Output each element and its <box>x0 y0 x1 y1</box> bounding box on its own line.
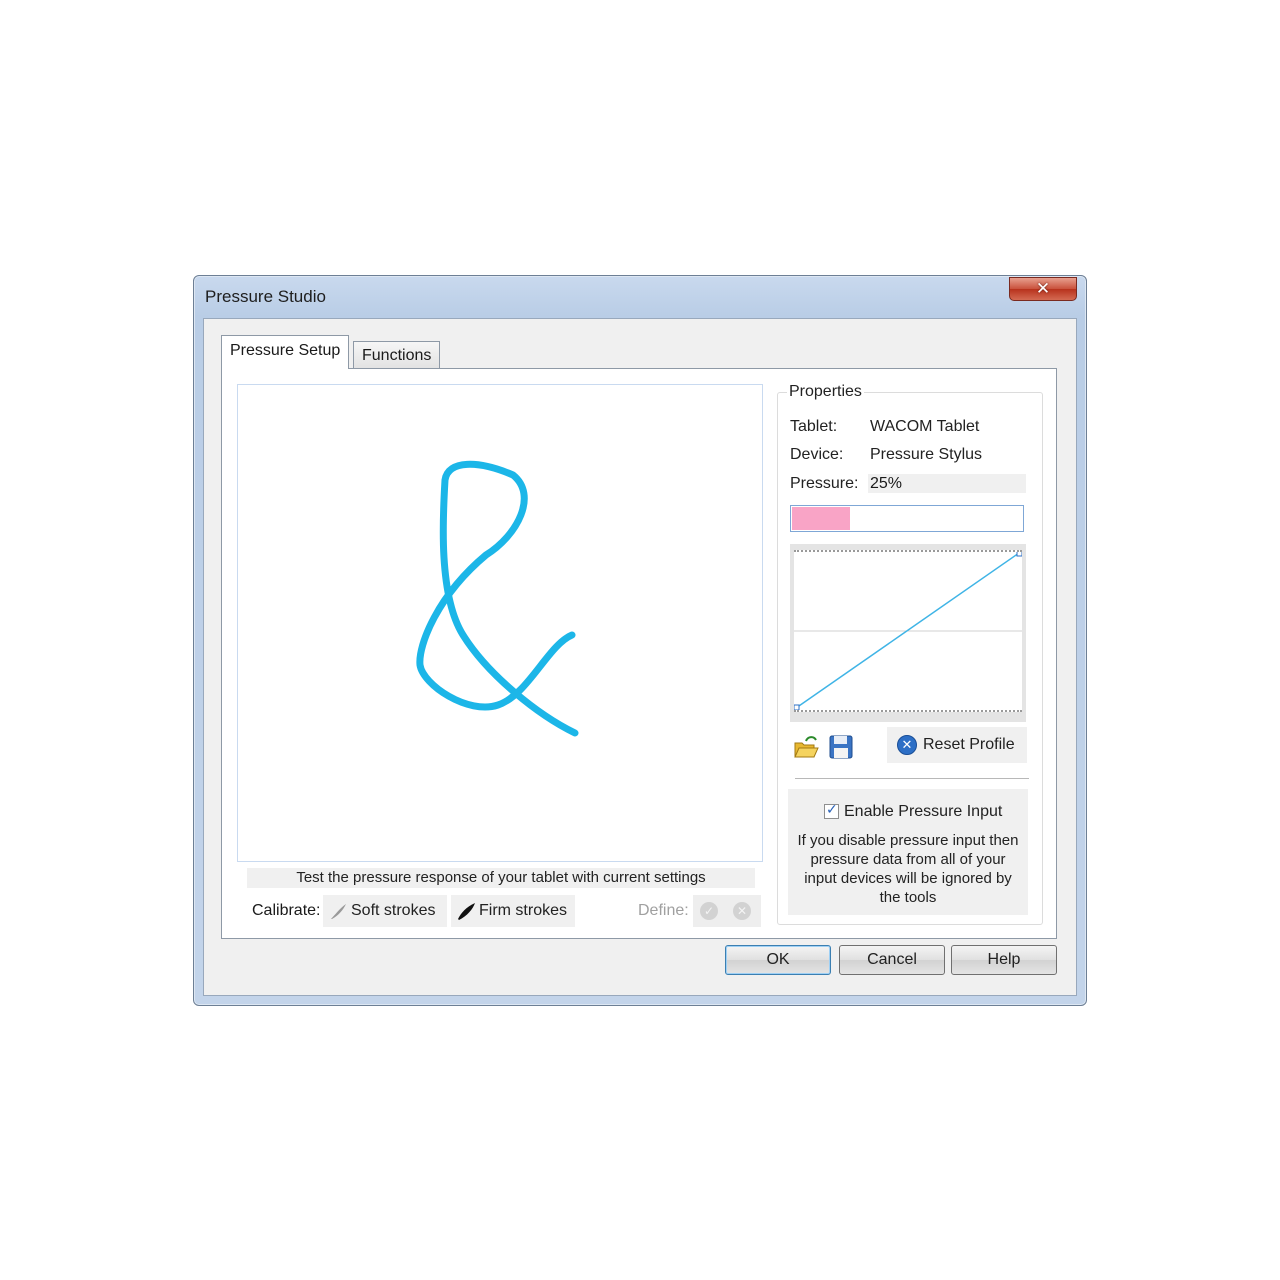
define-label: Define: <box>638 902 689 919</box>
curve-end-handle[interactable] <box>1016 550 1023 557</box>
tab-functions[interactable]: Functions <box>353 341 441 369</box>
tablet-value: WACOM Tablet <box>870 418 980 435</box>
soft-strokes-label: Soft strokes <box>351 902 436 919</box>
firm-strokes-label: Firm strokes <box>479 902 567 919</box>
firm-brush-icon <box>458 903 475 920</box>
define-controls: ✓ ✕ <box>693 895 761 927</box>
properties-separator <box>795 778 1029 779</box>
properties-title: Properties <box>787 383 864 401</box>
pressure-curve-editor[interactable] <box>790 544 1026 722</box>
window-title: Pressure Studio <box>205 287 326 306</box>
device-value: Pressure Stylus <box>870 446 983 463</box>
firm-strokes-button[interactable]: Firm strokes <box>451 895 575 927</box>
enable-pressure-checkbox[interactable]: ✓ <box>824 801 839 819</box>
tab-pressure-setup[interactable]: Pressure Setup <box>221 335 350 369</box>
save-profile-icon[interactable] <box>827 733 855 761</box>
dialog-client-area: Pressure Setup Functions Test the pressu… <box>203 318 1077 996</box>
tablet-label: Tablet: <box>790 418 838 435</box>
curve-start-handle[interactable] <box>793 704 800 711</box>
checkmark-icon: ✓ <box>826 801 838 817</box>
pressure-curve-area[interactable] <box>793 550 1023 712</box>
cancel-button[interactable]: Cancel <box>839 945 945 975</box>
pressure-value: 25% <box>868 474 1026 493</box>
device-label: Device: <box>790 446 844 463</box>
pressure-test-canvas[interactable] <box>237 384 763 862</box>
canvas-hint-text: Test the pressure response of your table… <box>247 868 755 888</box>
define-confirm-icon[interactable]: ✓ <box>700 902 718 920</box>
test-stroke-drawing <box>416 460 579 737</box>
help-button[interactable]: Help <box>951 945 1057 975</box>
reset-profile-button[interactable]: ✕ Reset Profile <box>887 727 1027 763</box>
pressure-curve-graph <box>793 550 1023 711</box>
pressure-bar <box>790 505 1024 532</box>
define-cancel-icon[interactable]: ✕ <box>733 902 751 920</box>
reset-profile-label: Reset Profile <box>923 736 1015 753</box>
title-bar[interactable]: Pressure Studio ✕ <box>194 276 1086 318</box>
calibrate-label: Calibrate: <box>252 902 321 919</box>
pressure-bar-fill <box>792 507 850 530</box>
close-button[interactable]: ✕ <box>1009 277 1077 301</box>
soft-strokes-button[interactable]: Soft strokes <box>323 895 447 927</box>
pressure-setup-panel: Test the pressure response of your table… <box>221 368 1057 939</box>
enable-pressure-description: If you disable pressure input then press… <box>797 832 1019 906</box>
soft-brush-icon <box>331 904 346 919</box>
ampersand-stroke <box>416 460 579 737</box>
close-icon: ✕ <box>1035 279 1051 299</box>
open-profile-icon[interactable] <box>792 733 820 761</box>
enable-pressure-label[interactable]: Enable Pressure Input <box>844 803 1002 821</box>
ok-button[interactable]: OK <box>725 945 831 975</box>
enable-pressure-section: ✓ Enable Pressure Input If you disable p… <box>788 789 1028 915</box>
pressure-label: Pressure: <box>790 475 859 492</box>
pressure-studio-window: Pressure Studio ✕ Pressure Setup Functio… <box>193 275 1087 1006</box>
reset-icon: ✕ <box>897 735 917 755</box>
